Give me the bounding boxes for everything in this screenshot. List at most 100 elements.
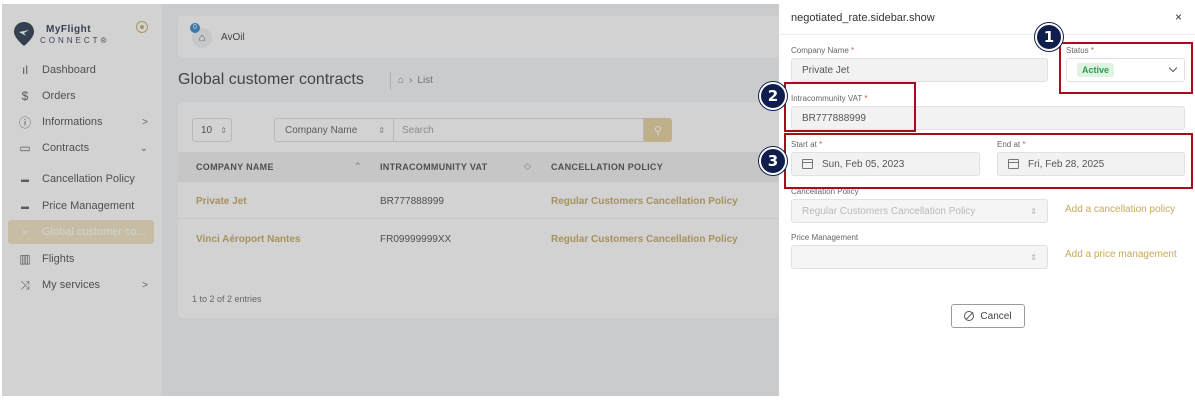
breadcrumb-current: List: [417, 75, 433, 86]
home-icon[interactable]: ⌂: [398, 75, 404, 86]
calendar-icon: [802, 159, 813, 169]
search-input[interactable]: Search: [394, 118, 644, 142]
filter-field-select[interactable]: Company Name ⇕: [274, 118, 394, 142]
dollar-icon: $: [21, 89, 29, 103]
start-date-field[interactable]: Sun, Feb 05, 2023: [791, 152, 980, 176]
sort-arrows-icon: ⇕: [1030, 252, 1037, 262]
add-cancellation-policy-link[interactable]: Add a cancellation policy: [1065, 204, 1175, 215]
sidebar-item-label: Price Management: [42, 200, 135, 212]
cancellation-policy-select[interactable]: Regular Customers Cancellation Policy ⇕: [791, 199, 1048, 223]
filter-field-value: Company Name: [285, 124, 358, 136]
annotation-marker-1: 1: [1035, 23, 1063, 51]
sidebar-item-dashboard[interactable]: ıl Dashboard: [8, 58, 154, 82]
sidebar-item-label: Orders: [42, 90, 76, 102]
shuffle-icon: ⤨: [20, 277, 30, 292]
top-bar: ⌂ 0 AvOil: [178, 16, 779, 58]
start-date-label: Start at *: [791, 140, 823, 149]
add-price-management-link[interactable]: Add a price management: [1065, 249, 1177, 260]
notification-badge: 0: [190, 23, 200, 33]
vat-field[interactable]: BR777888999: [791, 106, 1185, 130]
map-pin-icon: [14, 22, 34, 46]
end-date-label: End at *: [997, 140, 1026, 149]
start-date-value: Sun, Feb 05, 2023: [822, 158, 905, 170]
table-cell-company[interactable]: Vinci Aéroport Nantes: [196, 234, 300, 245]
contract-detail-panel: negotiated_rate.sidebar.show × Company N…: [779, 0, 1195, 400]
close-icon[interactable]: ×: [1175, 10, 1182, 24]
list-icon: ✕: [21, 227, 29, 237]
main-content: ⌂ 0 AvOil Global customer contracts ⌂ › …: [162, 4, 779, 396]
cancel-button[interactable]: Cancel: [951, 304, 1025, 328]
status-badge: Active: [1077, 63, 1115, 77]
list-icon: ▬: [21, 174, 29, 184]
vat-value: BR777888999: [802, 112, 866, 124]
company-name-field[interactable]: Private Jet: [791, 58, 1048, 82]
vat-label: Intracommunity VAT *: [791, 94, 868, 103]
sidebar-item-label: Global customer co...: [42, 226, 146, 238]
company-name-value: Private Jet: [802, 64, 850, 76]
search-icon: ⚲: [653, 124, 663, 137]
sidebar-item-flights[interactable]: ▥ Flights: [8, 247, 154, 271]
sort-icon[interactable]: ◇: [524, 161, 531, 172]
chevron-down-icon: ⌄: [139, 142, 148, 154]
folder-icon: ▭: [19, 141, 31, 155]
sidebar-item-label: My services: [42, 279, 101, 291]
end-date-field[interactable]: Fri, Feb 28, 2025: [997, 152, 1185, 176]
page-size-value: 10: [201, 124, 213, 136]
list-icon: ▬: [21, 201, 29, 211]
table-header: COMPANY NAME ⌃ INTRACOMMUNITY VAT ◇ CANC…: [178, 152, 779, 182]
annotation-marker-3: 3: [759, 147, 787, 175]
contracts-table-card: 10 ⇕ Company Name ⇕ Search ⚲ COMPANY NAM…: [178, 102, 779, 318]
column-header-cancellation-policy[interactable]: CANCELLATION POLICY: [551, 162, 663, 172]
sort-arrows-icon: ⇕: [220, 125, 227, 135]
sidebar-collapse-icon[interactable]: [136, 21, 148, 33]
breadcrumb-divider: [390, 72, 391, 90]
pagination-info: 1 to 2 of 2 entries: [192, 294, 262, 304]
page-title: Global customer contracts: [178, 71, 364, 88]
table-cell-policy[interactable]: Regular Customers Cancellation Policy: [551, 196, 738, 207]
search-button[interactable]: ⚲: [644, 118, 672, 142]
panel-title: negotiated_rate.sidebar.show: [791, 12, 935, 24]
chevron-right-icon: >: [142, 116, 148, 128]
sidebar-item-my-services[interactable]: ⤨ My services >: [8, 273, 154, 297]
sidebar-item-orders[interactable]: $ Orders: [8, 84, 154, 108]
panel-divider: [779, 34, 1195, 35]
chevron-right-icon: ›: [409, 75, 413, 86]
search-placeholder: Search: [402, 124, 434, 136]
sidebar-item-cancellation-policy[interactable]: ▬ Cancellation Policy: [8, 167, 154, 191]
table-cell-policy[interactable]: Regular Customers Cancellation Policy: [551, 234, 738, 245]
sidebar-item-label: Flights: [42, 253, 75, 265]
brand-name-line1: MyFlight: [46, 24, 92, 35]
cancellation-policy-label: Cancellation Policy: [791, 187, 859, 196]
sidebar-item-label: Cancellation Policy: [42, 173, 135, 185]
sidebar-item-label: Informations: [42, 116, 103, 128]
brand-logo[interactable]: MyFlight CONNECT®: [14, 20, 154, 50]
table-cell-company[interactable]: Private Jet: [196, 196, 247, 207]
chevron-down-icon: [1168, 63, 1178, 73]
price-management-label: Price Management: [791, 233, 859, 242]
status-select[interactable]: Active: [1066, 58, 1185, 82]
sidebar: MyFlight CONNECT® ıl Dashboard $ Orders …: [2, 4, 162, 396]
bar-chart-icon: ıl: [22, 63, 28, 77]
cancellation-policy-value: Regular Customers Cancellation Policy: [802, 205, 976, 217]
info-icon: ⓘ: [18, 115, 31, 130]
column-header-intracommunity-vat[interactable]: INTRACOMMUNITY VAT: [380, 162, 487, 172]
calendar-icon: [1008, 159, 1019, 169]
sidebar-item-global-customer-contracts[interactable]: ✕ Global customer co...: [8, 220, 154, 244]
sidebar-item-label: Dashboard: [42, 64, 96, 76]
sidebar-item-price-management[interactable]: ▬ Price Management: [8, 194, 154, 218]
page-size-select[interactable]: 10 ⇕: [192, 118, 232, 142]
annotation-marker-2: 2: [759, 82, 787, 110]
sort-arrows-icon: ⇕: [1030, 206, 1037, 216]
sidebar-item-informations[interactable]: ⓘ Informations >: [8, 110, 154, 134]
sort-arrows-icon: ⇕: [378, 125, 385, 135]
company-name-label: Company Name *: [791, 46, 855, 55]
price-management-select[interactable]: ⇕: [791, 245, 1048, 269]
sidebar-item-contracts[interactable]: ▭ Contracts ⌄: [8, 136, 154, 160]
cancel-button-label: Cancel: [980, 310, 1012, 322]
status-label: Status *: [1066, 46, 1095, 55]
row-divider: [178, 218, 779, 219]
company-name[interactable]: AvOil: [221, 32, 245, 43]
sidebar-item-label: Contracts: [42, 142, 90, 154]
sort-icon[interactable]: ⌃: [354, 161, 362, 172]
column-header-company-name[interactable]: COMPANY NAME: [196, 162, 274, 172]
